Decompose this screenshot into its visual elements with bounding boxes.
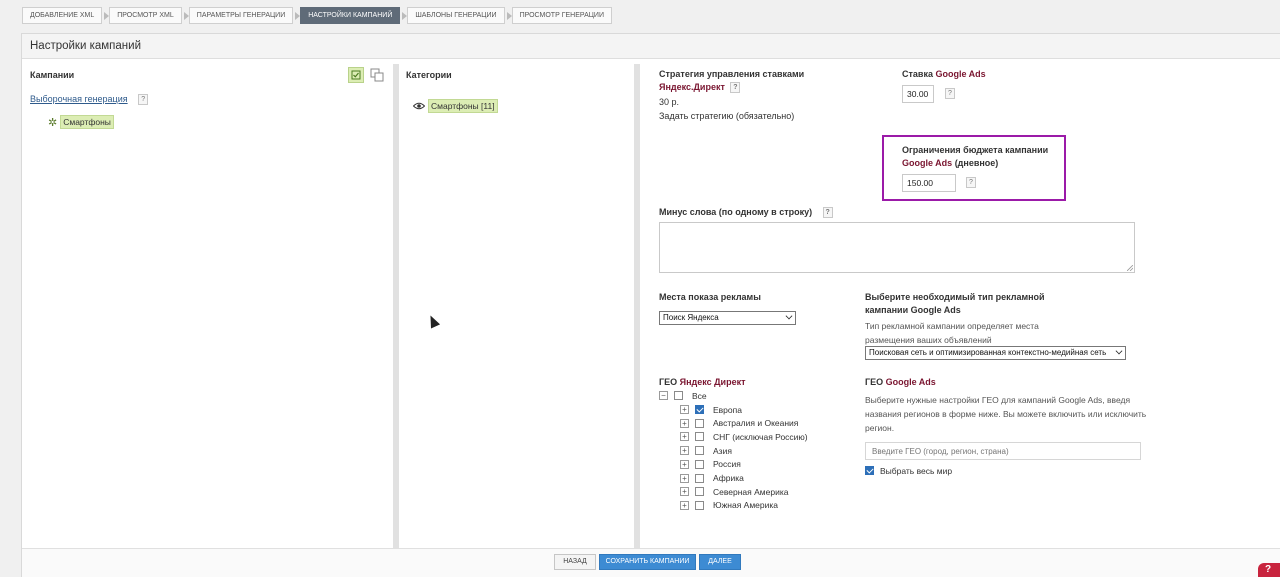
wizard-steps: ДОБАВЛЕНИЕ XML ПРОСМОТР XML ПАРАМЕТРЫ ГЕ…	[22, 7, 619, 25]
geo-region-checkbox[interactable]	[695, 446, 704, 456]
placement-select[interactable]: Поиск Яндекса	[659, 311, 796, 325]
selective-generation-row: Выборочная генерация ?	[30, 94, 149, 106]
panel-footer: НАЗАД СОХРАНИТЬ КАМПАНИИ ДАЛЕЕ	[22, 548, 1280, 577]
help-icon[interactable]: ?	[822, 207, 833, 219]
gear-icon: ✲	[48, 116, 58, 129]
expand-icon[interactable]: +	[680, 405, 689, 414]
step-generation-params[interactable]: ПАРАМЕТРЫ ГЕНЕРАЦИИ	[188, 7, 301, 24]
geo-region-row[interactable]: + Австралия и Океания	[680, 417, 798, 430]
strategy-title: Стратегия управления ставками Яндекс.Дир…	[659, 69, 805, 94]
placement-label: Места показа рекламы	[659, 292, 761, 302]
geo-all-checkbox[interactable]	[674, 391, 683, 400]
select-world-checkbox[interactable]	[865, 466, 874, 475]
panel-title: Настройки кампаний	[22, 34, 1280, 59]
campaign-tree-item[interactable]: ✲ Смартфоны	[48, 115, 114, 129]
chevron-down-icon	[1115, 347, 1123, 355]
geo-google-input[interactable]	[865, 442, 1141, 460]
geo-region-row[interactable]: + Северная Америка	[680, 485, 788, 498]
next-button[interactable]: ДАЛЕЕ	[699, 554, 741, 570]
expand-icon[interactable]: +	[680, 446, 689, 456]
geo-region-checkbox[interactable]	[695, 487, 704, 497]
bid-input[interactable]: 30.00	[902, 85, 934, 103]
help-icon[interactable]: ?	[138, 94, 149, 106]
geo-region-row[interactable]: + Европа	[680, 403, 742, 416]
geo-region-row[interactable]: + Россия	[680, 458, 741, 471]
geo-region-row[interactable]: + Азия	[680, 444, 732, 457]
select-all-icon[interactable]	[348, 67, 364, 83]
expand-icon[interactable]: +	[680, 487, 689, 497]
campaign-chip[interactable]: Смартфоны	[60, 115, 114, 129]
step-view-xml[interactable]: ПРОСМОТР XML	[109, 7, 189, 24]
geo-region-checkbox[interactable]	[695, 432, 704, 442]
geo-region-row[interactable]: + Южная Америка	[680, 499, 778, 512]
column-divider[interactable]	[393, 64, 399, 577]
geo-region-checkbox[interactable]	[695, 418, 704, 428]
geo-region-row[interactable]: + Африка	[680, 472, 744, 485]
geo-region-label: Северная Америка	[713, 486, 789, 497]
strategy-value: 30 р.	[659, 97, 680, 107]
select-world-row[interactable]: Выбрать весь мир	[865, 464, 952, 477]
geo-region-label: Южная Америка	[713, 500, 779, 511]
save-campaigns-button[interactable]: СОХРАНИТЬ КАМПАНИИ	[599, 554, 696, 570]
geo-google-label: ГЕО Google Ads	[865, 377, 936, 387]
geo-all-row[interactable]: − Все	[659, 389, 707, 402]
geo-region-label: Австралия и Океания	[713, 418, 799, 429]
campaigns-title: Кампании	[30, 70, 75, 80]
step-view-generation[interactable]: ПРОСМОТР ГЕНЕРАЦИИ	[511, 7, 612, 24]
geo-google-description: Выберите нужные настройки ГЕО для кампан…	[865, 395, 1147, 433]
geo-yandex-label: ГЕО Яндекс Директ	[659, 377, 746, 387]
chevron-down-icon	[785, 312, 793, 320]
step-generation-templates[interactable]: ШАБЛОНЫ ГЕНЕРАЦИИ	[407, 7, 512, 24]
geo-region-label: Азия	[713, 445, 732, 456]
column-divider[interactable]	[634, 64, 640, 577]
campaign-type-select[interactable]: Поисковая сеть и оптимизированная контек…	[865, 346, 1126, 360]
geo-region-checkbox[interactable]	[695, 473, 704, 483]
categories-title: Категории	[406, 70, 452, 80]
expand-icon[interactable]: +	[680, 473, 689, 483]
budget-highlight-box	[882, 135, 1066, 201]
expand-icon[interactable]: +	[680, 459, 689, 469]
geo-region-label: Европа	[713, 404, 742, 415]
collapse-icon[interactable]: −	[659, 391, 668, 400]
help-icon[interactable]: ?	[730, 82, 741, 94]
help-chat-icon[interactable]	[1258, 563, 1280, 577]
geo-region-checkbox[interactable]	[695, 500, 704, 510]
negative-words-label: Минус слова (по одному в строку) ?	[659, 206, 833, 219]
bid-label: Ставка Google Ads	[902, 69, 986, 79]
expand-icon[interactable]: +	[680, 500, 689, 510]
category-chip[interactable]: Смартфоны [11]	[428, 99, 498, 113]
negative-words-textarea[interactable]	[659, 222, 1135, 273]
geo-region-checkbox[interactable]	[695, 459, 704, 469]
eye-icon[interactable]	[413, 102, 425, 110]
set-strategy-link[interactable]: Задать стратегию (обязательно)	[659, 111, 794, 121]
geo-region-row[interactable]: + СНГ (исключая Россию)	[680, 430, 808, 443]
step-add-xml[interactable]: ДОБАВЛЕНИЕ XML	[22, 7, 110, 24]
resize-handle-icon[interactable]	[1127, 265, 1133, 271]
geo-region-checkbox[interactable]	[695, 405, 704, 414]
geo-region-label: Африка	[713, 473, 744, 483]
help-icon[interactable]: ?	[945, 88, 955, 99]
selective-generation-link[interactable]: Выборочная генерация	[30, 94, 128, 104]
expand-icon[interactable]: +	[680, 418, 689, 428]
geo-region-label: СНГ (исключая Россию)	[713, 431, 808, 442]
back-button[interactable]: НАЗАД	[554, 554, 596, 570]
campaign-settings-panel: Настройки кампаний Кампании Выборочная г…	[21, 33, 1280, 577]
geo-region-label: Россия	[713, 459, 741, 470]
campaign-type-description: Тип рекламной кампании определяет места …	[865, 321, 1039, 345]
category-tree-item[interactable]: Смартфоны [11]	[413, 99, 498, 113]
step-campaign-settings[interactable]: НАСТРОЙКИ КАМПАНИЙ	[300, 7, 408, 24]
campaign-type-label: Выберите необходимый тип рекламной кампа…	[865, 292, 1045, 315]
expand-icon[interactable]: +	[680, 432, 689, 442]
copy-icon[interactable]	[369, 67, 385, 83]
